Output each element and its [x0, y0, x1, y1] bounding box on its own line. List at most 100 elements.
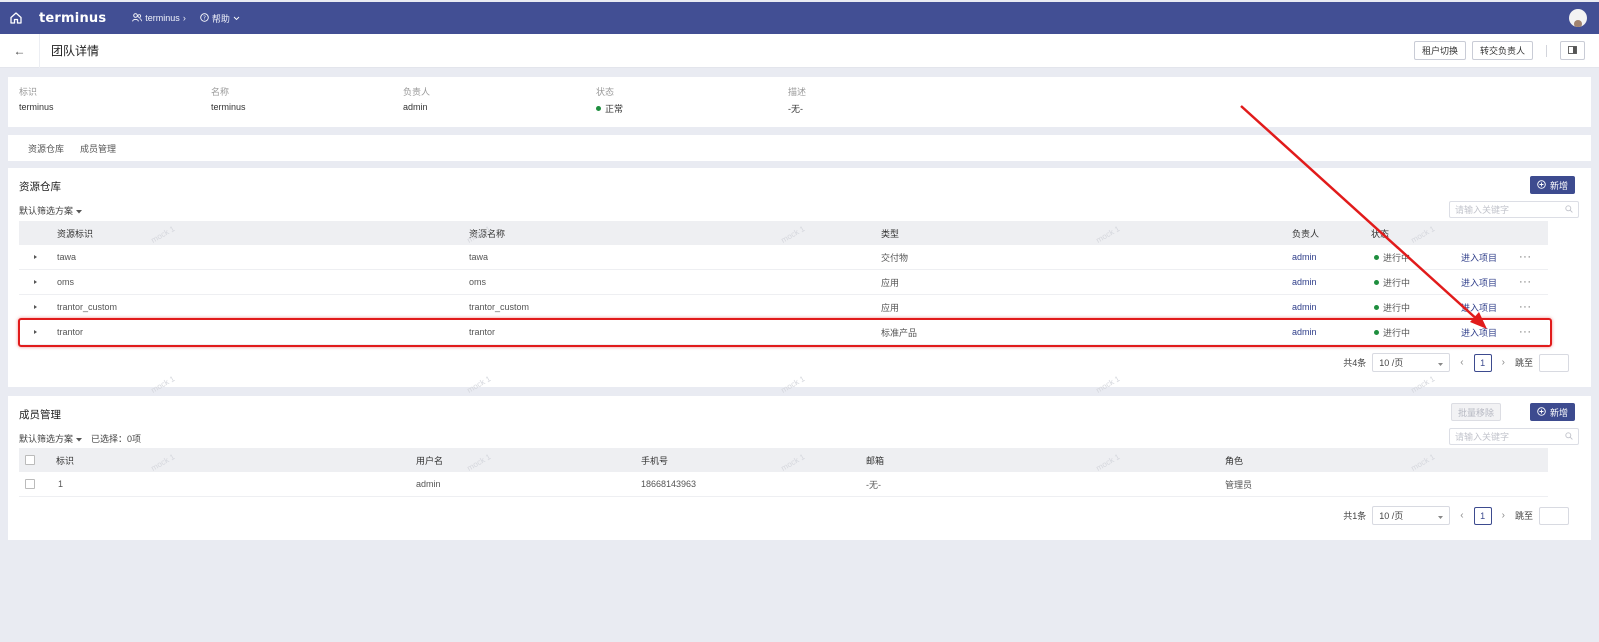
- info-owner: 负责人 admin: [403, 85, 430, 112]
- col-email[interactable]: 邮箱: [866, 448, 884, 472]
- members-search-input[interactable]: 请输入关键字: [1449, 428, 1579, 445]
- page-number[interactable]: 1: [1473, 353, 1492, 372]
- status-text: 进行中: [1383, 277, 1411, 288]
- members-title: 成员管理: [19, 409, 61, 421]
- col-role[interactable]: 角色: [1225, 448, 1243, 472]
- add-resource-button[interactable]: 新增: [1529, 176, 1575, 194]
- batch-remove-button[interactable]: 批量移除: [1450, 403, 1501, 421]
- transfer-owner-button[interactable]: 转交负责人: [1471, 41, 1533, 60]
- status-text: 进行中: [1383, 327, 1411, 338]
- jump-input[interactable]: [1539, 506, 1569, 525]
- select-all-checkbox[interactable]: [25, 448, 35, 472]
- prev-page-icon[interactable]: ‹: [1460, 357, 1463, 368]
- col-phone[interactable]: 手机号: [641, 448, 668, 472]
- enter-project-link[interactable]: 进入项目: [1461, 320, 1497, 344]
- col-type[interactable]: 类型: [881, 221, 899, 245]
- row-checkbox[interactable]: [25, 472, 35, 496]
- table-body: 1 admin 18668143963 -无- 管理员: [19, 472, 1548, 497]
- resource-status: 进行中: [1374, 245, 1410, 269]
- help-menu[interactable]: ? 帮助: [200, 12, 240, 25]
- resources-filter-dropdown[interactable]: 默认筛选方案: [19, 204, 83, 217]
- col-id[interactable]: 标识: [56, 448, 74, 472]
- help-label: 帮助: [211, 13, 230, 24]
- members-filter-dropdown[interactable]: 默认筛选方案 已选择：0项: [19, 432, 141, 445]
- resource-id: oms: [57, 277, 75, 287]
- member-phone: 18668143963: [641, 479, 697, 489]
- section-tabs: 资源仓库 成员管理: [8, 135, 1591, 161]
- resources-title: 资源仓库: [19, 181, 61, 193]
- enter-project-link[interactable]: 进入项目: [1461, 245, 1497, 269]
- col-status[interactable]: 状态: [1371, 221, 1389, 245]
- next-page-icon[interactable]: ›: [1502, 357, 1505, 368]
- tab-resources[interactable]: 资源仓库: [28, 142, 64, 155]
- resource-type: 标准产品: [881, 327, 918, 338]
- table-body: tawa tawa 交付物 admin 进行中 进入项目 ··· oms oms 应用 admin 进…: [19, 245, 1548, 345]
- resource-owner[interactable]: admin: [1292, 320, 1317, 344]
- expand-caret-icon[interactable]: [34, 320, 37, 344]
- col-username[interactable]: 用户名: [416, 448, 443, 472]
- add-member-label: 新增: [1549, 407, 1568, 418]
- more-options-icon[interactable]: ···: [1519, 245, 1532, 269]
- home-icon[interactable]: [0, 2, 32, 34]
- info-name: 名称 terminus: [211, 85, 246, 112]
- enter-project-link[interactable]: 进入项目: [1461, 270, 1497, 294]
- member-id: 1: [58, 479, 64, 489]
- search-icon: [1565, 204, 1573, 215]
- top-nav: terminus terminus › ? 帮助: [0, 2, 1599, 34]
- page-size-select[interactable]: 10 /页: [1372, 506, 1451, 525]
- info-desc: 描述 -无-: [788, 85, 806, 115]
- table-row[interactable]: 1 admin 18668143963 -无- 管理员: [19, 472, 1548, 497]
- add-member-button[interactable]: 新增: [1529, 403, 1575, 421]
- more-options-icon[interactable]: ···: [1519, 295, 1532, 319]
- team-switcher[interactable]: terminus ›: [132, 12, 186, 24]
- back-arrow-icon[interactable]: ←: [0, 33, 40, 68]
- table-row[interactable]: trantor trantor 标准产品 admin 进行中 进入项目 ···: [19, 320, 1548, 345]
- prev-page-icon[interactable]: ‹: [1460, 510, 1463, 521]
- table-row[interactable]: tawa tawa 交付物 admin 进行中 进入项目 ···: [19, 245, 1548, 270]
- more-options-icon[interactable]: ···: [1519, 320, 1532, 344]
- member-username: admin: [416, 479, 441, 489]
- info-status-label: 状态: [596, 87, 615, 97]
- team-icon: [132, 12, 143, 24]
- resource-type: 应用: [881, 302, 900, 313]
- info-status-value: 正常: [596, 102, 623, 115]
- selected-count: 已选择：0项: [91, 434, 142, 444]
- caret-down-icon: [76, 206, 83, 216]
- info-name-value: terminus: [211, 102, 246, 112]
- resource-owner[interactable]: admin: [1292, 245, 1317, 269]
- expand-caret-icon[interactable]: [34, 270, 37, 294]
- col-owner[interactable]: 负责人: [1292, 221, 1319, 245]
- tenant-switch-button[interactable]: 租户切换: [1413, 41, 1466, 60]
- more-options-icon[interactable]: ···: [1519, 270, 1532, 294]
- page-number[interactable]: 1: [1473, 506, 1492, 525]
- expand-caret-icon[interactable]: [34, 295, 37, 319]
- col-resource-id[interactable]: 资源标识: [57, 221, 93, 245]
- app-logo[interactable]: terminus: [39, 11, 106, 26]
- user-avatar[interactable]: [1569, 9, 1587, 27]
- col-resource-name[interactable]: 资源名称: [469, 221, 505, 245]
- resource-owner[interactable]: admin: [1292, 270, 1317, 294]
- expand-caret-icon[interactable]: [34, 245, 37, 269]
- table-row[interactable]: oms oms 应用 admin 进行中 进入项目 ···: [19, 270, 1548, 295]
- caret-down-icon: [1438, 358, 1444, 368]
- side-panel-toggle[interactable]: [1560, 41, 1585, 60]
- resource-name: trantor: [469, 327, 496, 337]
- resource-owner[interactable]: admin: [1292, 295, 1317, 319]
- tab-members[interactable]: 成员管理: [80, 142, 116, 155]
- page-size-select[interactable]: 10 /页: [1372, 353, 1451, 372]
- search-placeholder: 请输入关键字: [1455, 205, 1510, 215]
- page-size-value: 10 /页: [1379, 511, 1404, 521]
- filter-label: 默认筛选方案: [19, 206, 74, 216]
- resource-status: 进行中: [1374, 270, 1410, 294]
- page-header: ← 团队详情 租户切换 转交负责人: [0, 33, 1599, 68]
- next-page-icon[interactable]: ›: [1502, 510, 1505, 521]
- jump-input[interactable]: [1539, 353, 1569, 372]
- status-text: 进行中: [1383, 252, 1411, 263]
- page-size-value: 10 /页: [1379, 358, 1404, 368]
- table-row[interactable]: trantor_custom trantor_custom 应用 admin 进行中 进入…: [19, 295, 1548, 320]
- resource-name: trantor_custom: [469, 302, 530, 312]
- resources-search-input[interactable]: 请输入关键字: [1449, 201, 1579, 218]
- table-header: 标识 用户名 手机号 邮箱 角色: [19, 448, 1548, 472]
- enter-project-link[interactable]: 进入项目: [1461, 295, 1497, 319]
- info-status: 状态 正常: [596, 85, 623, 115]
